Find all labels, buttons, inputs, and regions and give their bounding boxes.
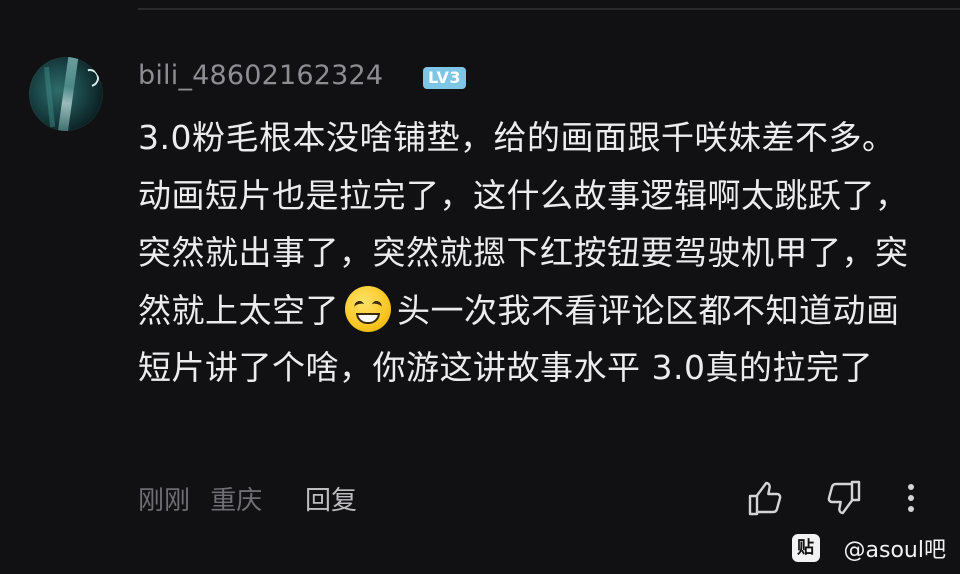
watermark-text: @asoul吧 — [843, 538, 946, 563]
avatar-moon-decoration — [77, 65, 103, 91]
thumbs-up-icon[interactable] — [745, 478, 785, 518]
reply-button[interactable]: 回复 — [305, 480, 357, 517]
tieba-logo-icon: 贴 — [791, 534, 820, 562]
user-avatar[interactable] — [29, 57, 103, 131]
grinning-squint-emoji-icon — [345, 285, 391, 332]
thumbs-down-icon[interactable] — [824, 478, 864, 518]
level-badge: LV3 — [423, 67, 467, 89]
username[interactable]: bili_48602162324 — [138, 60, 383, 91]
avatar-decoration — [57, 57, 79, 131]
watermark: 贴 @asoul吧 — [791, 532, 946, 564]
comment-text: 3.0粉毛根本没啥铺垫，给的画面跟千咲妹差不多。动画短片也是拉完了，这什么故事逻… — [138, 109, 928, 397]
comment-time: 刚刚 — [138, 486, 191, 516]
top-divider — [138, 8, 960, 10]
comment-meta: 刚刚 重庆 — [138, 480, 262, 517]
avatar-decoration — [43, 66, 56, 128]
more-options-icon[interactable] — [896, 478, 926, 518]
comment-location: 重庆 — [210, 486, 263, 516]
